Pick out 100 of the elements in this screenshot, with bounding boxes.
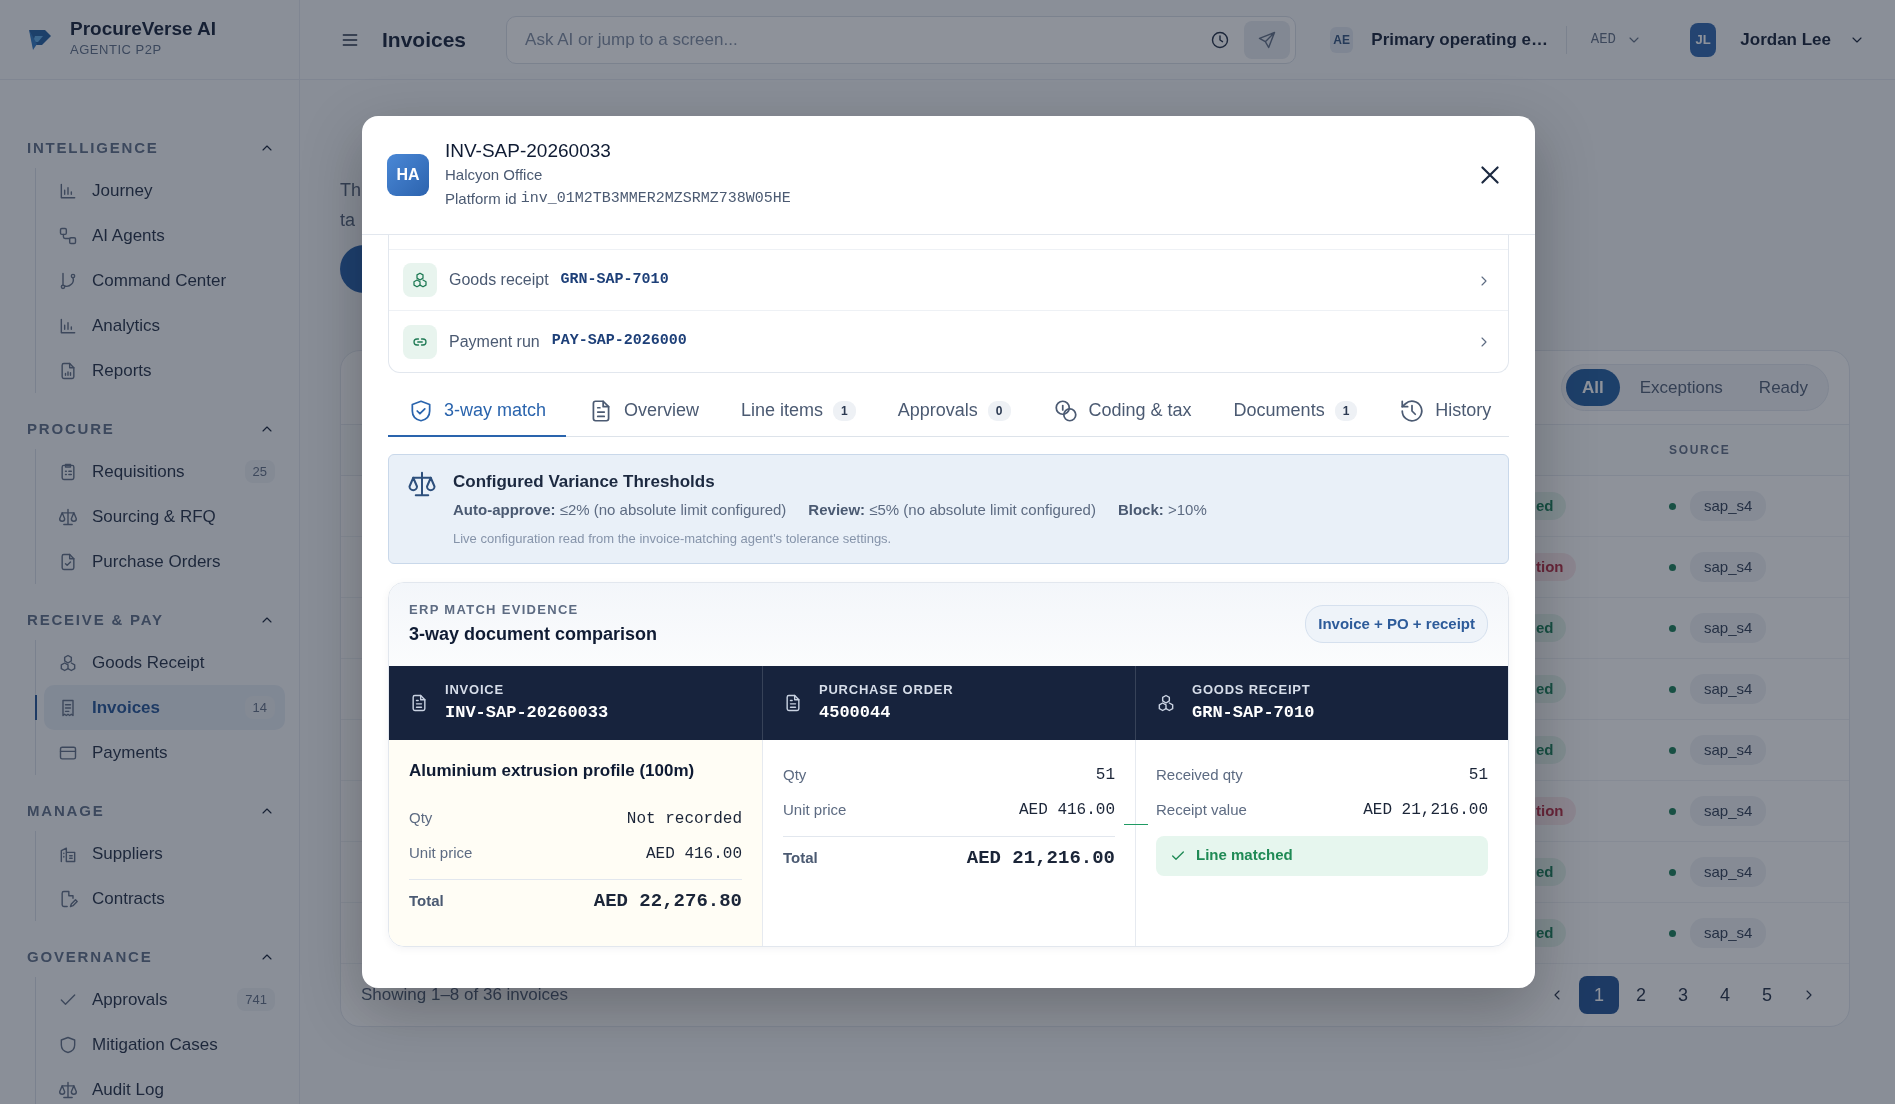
filter-tab[interactable]: All <box>1565 368 1620 407</box>
sidebar-item[interactable]: Sourcing & RFQ <box>44 494 285 539</box>
sidebar-item[interactable]: Goods Receipt <box>44 640 285 685</box>
tab[interactable]: Overview <box>568 385 720 437</box>
total-label: Total <box>783 847 818 868</box>
field-label: Unit price <box>783 799 847 820</box>
field-label: Qty <box>783 764 807 785</box>
source-tag: sap_s4 <box>1690 612 1767 644</box>
tab[interactable]: Approvals 0 <box>877 385 1031 437</box>
source-tag: sap_s4 <box>1690 551 1767 583</box>
status-dot <box>1669 868 1676 876</box>
sidebar-item[interactable]: Requisitions 25 <box>44 449 285 494</box>
status-dot <box>1669 929 1676 937</box>
shield-icon <box>58 1034 78 1055</box>
supplier-avatar: HA <box>387 154 429 196</box>
page-button[interactable]: 5 <box>1747 976 1787 1014</box>
count-badge: 14 <box>244 695 275 720</box>
sidebar-item[interactable]: Purchase Orders <box>44 539 285 584</box>
page-button[interactable]: 3 <box>1663 976 1703 1014</box>
sidebar-item[interactable]: Contracts <box>44 876 285 921</box>
source-tag: sap_s4 <box>1690 795 1767 827</box>
history-icon <box>1399 397 1426 424</box>
search-field[interactable]: Ask AI or jump to a screen... <box>506 15 1297 64</box>
status-dot <box>1669 746 1676 754</box>
total-value: AED 21,216.00 <box>966 845 1115 871</box>
sidebar-item[interactable]: Approvals 741 <box>44 977 285 1022</box>
page-button[interactable]: 2 <box>1621 976 1661 1014</box>
column-label: INVOICE <box>445 681 505 699</box>
tab[interactable]: Line items 1 <box>721 385 876 437</box>
brand-name: ProcureVerse AI <box>70 19 217 41</box>
sidebar-item[interactable]: Suppliers <box>44 831 285 876</box>
source-tag: sap_s4 <box>1690 490 1767 522</box>
link-label: Goods receipt <box>449 270 549 290</box>
source-tag: sap_s4 <box>1690 673 1767 705</box>
field-label: Qty <box>409 808 433 829</box>
field-value: 51 <box>1095 765 1115 786</box>
tab[interactable]: History <box>1379 385 1512 437</box>
field-label: Receipt value <box>1156 799 1247 820</box>
status-dot <box>1669 502 1676 510</box>
entity-badge: AE <box>1330 26 1354 53</box>
boxes-icon <box>1156 692 1176 713</box>
send-button[interactable] <box>1244 20 1291 59</box>
count-badge: 25 <box>244 459 275 484</box>
field-label: Unit price <box>409 843 473 864</box>
tab[interactable]: 3-way match <box>388 385 567 437</box>
page-button[interactable]: 4 <box>1705 976 1745 1014</box>
boxes-icon <box>58 652 78 673</box>
section-title: PROCURE <box>27 418 115 439</box>
nodes-icon <box>58 225 78 246</box>
platform-label: Platform id <box>445 189 517 210</box>
filter-tab[interactable]: Ready <box>1742 368 1824 407</box>
count-badge: 741 <box>237 987 275 1012</box>
document-reference: INV-SAP-20260033 <box>445 701 609 724</box>
sidebar-item[interactable]: AI Agents <box>44 213 285 258</box>
sidebar-item[interactable]: Mitigation Cases <box>44 1022 285 1067</box>
user-avatar: JL <box>1689 22 1717 57</box>
invoice-title: INV-SAP-20260033 <box>445 138 612 163</box>
sidebar-item[interactable]: Reports <box>44 348 285 393</box>
source-tag: sap_s4 <box>1690 734 1767 766</box>
panel-title: Configured Variance Thresholds <box>453 471 716 493</box>
status-dot <box>1669 624 1676 632</box>
page-button[interactable]: 1 <box>1579 976 1619 1014</box>
document-icon <box>783 692 803 713</box>
currency-selector[interactable]: AED <box>1584 28 1648 51</box>
count-badge: 0 <box>987 400 1011 421</box>
document-reference: GRN-SAP-7010 <box>560 269 669 290</box>
field-value: AED 416.00 <box>646 843 742 865</box>
document-pen-icon <box>58 888 78 909</box>
report-icon <box>58 360 78 381</box>
filter-tab[interactable]: Exceptions <box>1623 368 1739 407</box>
sidebar-item[interactable]: Payments <box>44 730 285 775</box>
count-badge: 1 <box>833 400 856 421</box>
threshold-rule: Auto-approve: ≤2% (no absolute limit configured) <box>453 499 787 520</box>
tab[interactable]: Documents 1 <box>1213 385 1378 437</box>
user-menu[interactable]: Jordan Lee <box>1734 25 1871 54</box>
linked-document-row[interactable]: Goods receipt GRN-SAP-7010 <box>389 250 1508 311</box>
sidebar-item[interactable]: Command Center <box>44 258 285 303</box>
status-dot <box>1669 685 1676 693</box>
section-title: 3-way document comparison <box>409 623 658 647</box>
tab[interactable]: Coding & tax <box>1032 385 1212 437</box>
total-value: AED 22,276.80 <box>593 889 742 915</box>
field-value: AED 21,216.00 <box>1363 800 1488 821</box>
connector-line <box>1124 823 1148 825</box>
results-summary: Showing 1–8 of 36 invoices <box>361 984 568 1007</box>
section-title: INTELLIGENCE <box>27 137 159 158</box>
clock-icon <box>1210 29 1231 50</box>
field-value: 51 <box>1468 765 1488 786</box>
column-label: PURCHASE ORDER <box>819 681 954 699</box>
linked-document-row[interactable]: Payment run PAY-SAP-2026000 <box>389 311 1508 372</box>
scale-icon <box>407 469 437 499</box>
sidebar-item[interactable]: Analytics <box>44 303 285 348</box>
sidebar-item[interactable]: Journey <box>44 168 285 213</box>
page-title: Invoices <box>382 26 467 53</box>
status-dot <box>1669 807 1676 815</box>
scale-icon <box>58 1079 78 1100</box>
sidebar-item[interactable]: Audit Log <box>44 1067 285 1104</box>
intro-text: Th <box>340 179 361 202</box>
line-item-name: Aluminium extrusion profile (100m) <box>409 759 696 782</box>
threshold-rule: Block: >10% <box>1117 499 1207 520</box>
count-badge: 1 <box>1334 400 1358 421</box>
